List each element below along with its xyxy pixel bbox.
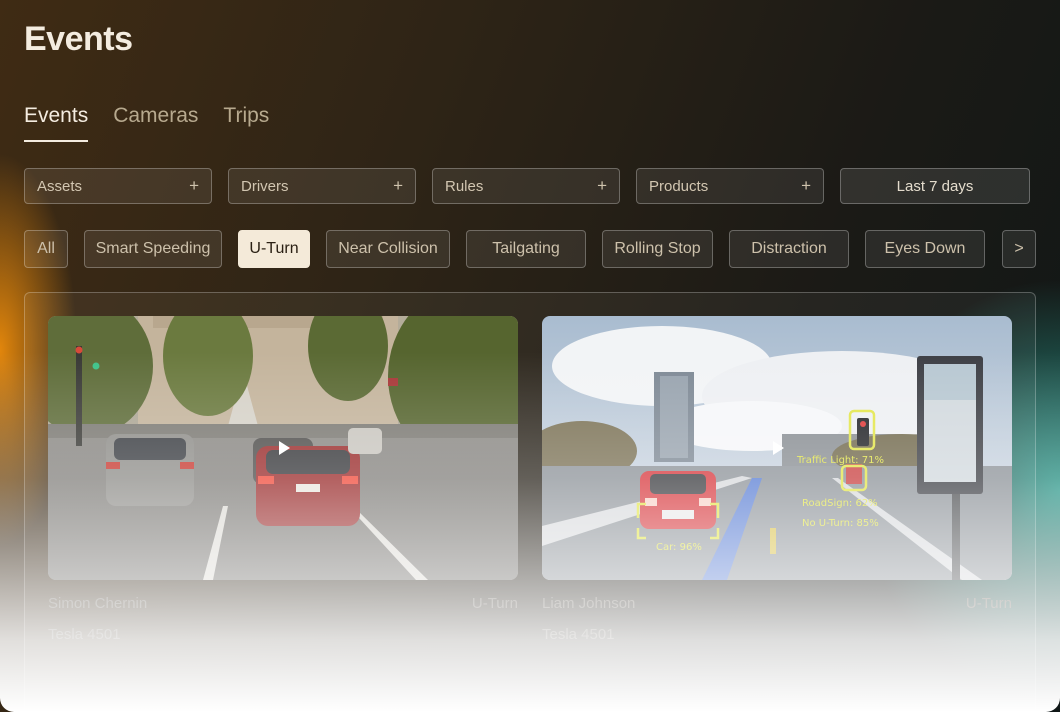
chip-near-collision[interactable]: Near Collision	[326, 230, 450, 268]
driver-name: Simon Chernin	[48, 595, 148, 612]
products-filter-label: Products	[649, 177, 709, 195]
date-range-selector[interactable]: Last 7 days	[840, 168, 1030, 204]
chip-rolling-stop[interactable]: Rolling Stop	[602, 230, 713, 268]
tab-events[interactable]: Events	[24, 104, 89, 142]
drivers-filter-label: Drivers	[241, 177, 289, 195]
car-detection-label: Car: 96%	[656, 542, 702, 553]
events-window: Events Events Cameras Trips Assets + Dri…	[0, 0, 1060, 712]
filter-bar: Assets + Drivers + Rules + Products + La…	[24, 168, 1030, 204]
event-meta-row: Liam Johnson U-Turn	[542, 595, 1012, 612]
tab-bar: Events Cameras Trips	[24, 104, 269, 142]
chip-scroll-next-button[interactable]: >	[1002, 230, 1036, 268]
chip-all[interactable]: All	[24, 230, 68, 268]
road-sign-label: RoadSign: 62%	[802, 498, 878, 509]
page-title: Events	[24, 20, 133, 58]
event-video-thumbnail[interactable]	[48, 316, 518, 580]
assets-filter-label: Assets	[37, 177, 83, 195]
assets-filter[interactable]: Assets +	[24, 168, 212, 204]
plus-icon: +	[393, 176, 403, 195]
tab-trips[interactable]: Trips	[223, 104, 269, 142]
event-card: Simon Chernin U-Turn Tesla 4501	[48, 316, 518, 643]
plus-icon: +	[189, 176, 199, 195]
event-type: U-Turn	[965, 595, 1012, 612]
plus-icon: +	[801, 176, 811, 195]
products-filter[interactable]: Products +	[636, 168, 824, 204]
rules-filter-label: Rules	[445, 177, 484, 195]
driver-name: Liam Johnson	[542, 595, 636, 612]
chip-u-turn[interactable]: U-Turn	[238, 230, 310, 268]
vehicle-name: Tesla 4501	[48, 626, 121, 643]
chip-smart-speeding[interactable]: Smart Speeding	[84, 230, 222, 268]
play-icon[interactable]	[279, 441, 290, 455]
rules-filter[interactable]: Rules +	[432, 168, 620, 204]
chip-tailgating[interactable]: Tailgating	[466, 230, 586, 268]
drivers-filter[interactable]: Drivers +	[228, 168, 416, 204]
traffic-light-label: Traffic Light: 71%	[796, 455, 884, 466]
tab-cameras[interactable]: Cameras	[113, 104, 198, 142]
chip-eyes-down[interactable]: Eyes Down	[865, 230, 985, 268]
no-uturn-label: No U-Turn: 85%	[802, 518, 879, 529]
chip-distraction[interactable]: Distraction	[729, 230, 849, 268]
event-card: Traffic Light: 71% RoadSign: 62% No U-Tu…	[542, 316, 1012, 643]
plus-icon: +	[597, 176, 607, 195]
play-icon[interactable]	[773, 441, 784, 455]
event-meta-row: Simon Chernin U-Turn	[48, 595, 518, 612]
event-video-thumbnail[interactable]: Traffic Light: 71% RoadSign: 62% No U-Tu…	[542, 316, 1012, 580]
vehicle-name: Tesla 4501	[542, 626, 615, 643]
event-type: U-Turn	[471, 595, 518, 612]
